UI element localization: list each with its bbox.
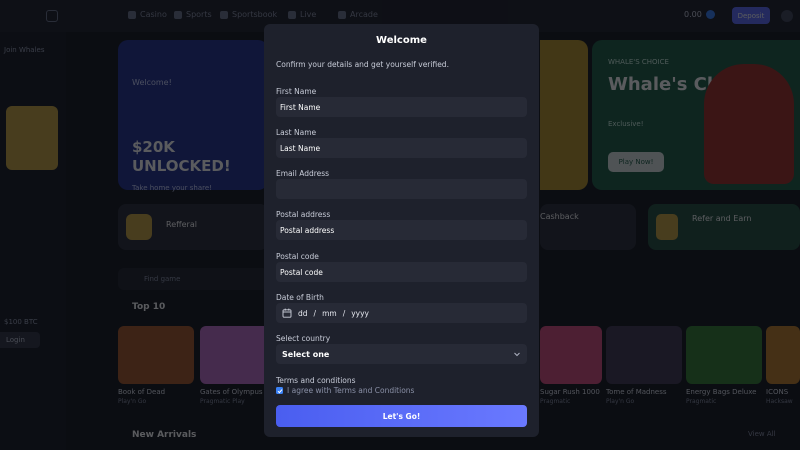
nav-item-live[interactable]: Live (288, 10, 316, 19)
game-tile-name: Gates of Olympus (200, 388, 263, 396)
banner-tag: WHALE'S CHOICE (608, 58, 669, 66)
game-tile-name: Sugar Rush 1000 (540, 388, 600, 396)
pirate-art (704, 64, 794, 184)
sidebar-bonus: $100 BTC (4, 318, 38, 326)
calendar-icon (282, 308, 292, 318)
sidebar: Join Whales $100 BTC Login (0, 32, 66, 450)
section-title-top10: Top 10 (132, 302, 166, 312)
last-name-input[interactable] (276, 138, 527, 158)
megaphone-icon (126, 214, 152, 240)
banner-whales-choice[interactable]: WHALE'S CHOICE Whale's Choice Exclusive!… (592, 40, 800, 190)
postal-code-input[interactable] (276, 262, 527, 282)
banner-headline: $20K UNLOCKED! (132, 138, 231, 175)
game-tile-name: Tome of Madness (606, 388, 667, 396)
balance-display[interactable]: 0.00 (684, 10, 715, 19)
postal-code-label: Postal code (276, 252, 319, 261)
nav-item-arcade[interactable]: Arcade (338, 10, 378, 19)
game-tile-provider: Play'n Go (606, 398, 635, 405)
terms-checkbox-text: I agree with Terms and Conditions (287, 386, 415, 395)
first-name-input[interactable] (276, 97, 527, 117)
country-select[interactable]: Select one (276, 344, 527, 364)
banner-sub: Take home your share! (132, 184, 212, 192)
game-tile[interactable] (686, 326, 762, 384)
avatar[interactable] (781, 10, 793, 22)
game-tile-provider: Pragmatic (540, 398, 571, 405)
view-all-link[interactable]: View All (748, 430, 776, 438)
coin-icon (705, 10, 715, 19)
game-tile-provider: Pragmatic Play (200, 398, 245, 405)
game-tile-name: ICONS (766, 388, 789, 396)
dob-label: Date of Birth (276, 293, 324, 302)
first-name-label: First Name (276, 87, 317, 96)
game-tile-name: Energy Bags Deluxe (686, 388, 757, 396)
nav-item-casino[interactable]: Casino (128, 10, 167, 19)
sidebar-promo[interactable] (6, 106, 58, 170)
sports-icon (174, 10, 182, 19)
country-select-value: Select one (282, 349, 330, 359)
game-tile-name: Book of Dead (118, 388, 166, 396)
game-tile[interactable] (606, 326, 682, 384)
game-tile[interactable] (766, 326, 800, 384)
nav-item-sportsbook[interactable]: Sportsbook (220, 10, 277, 19)
banner-welcome[interactable]: Welcome! $20K UNLOCKED! Take home your s… (118, 40, 268, 192)
postal-address-input[interactable] (276, 220, 527, 240)
modal-title: Welcome (376, 35, 427, 46)
terms-label: Terms and conditions (276, 376, 356, 385)
promo-referral[interactable]: Refferal (118, 204, 268, 250)
promo-cashback[interactable]: Cashback (540, 204, 636, 250)
dob-day[interactable]: dd (298, 309, 308, 318)
sidebar-login-button[interactable]: Login (0, 332, 40, 348)
lets-go-button[interactable]: Let's Go! (276, 405, 527, 427)
banner-tag: Welcome! (132, 78, 172, 87)
menu-icon[interactable] (46, 10, 58, 22)
arcade-icon (338, 10, 346, 19)
postal-address-label: Postal address (276, 210, 331, 219)
sportsbook-icon (220, 10, 228, 19)
dob-input[interactable]: dd / mm / yyyy (276, 303, 527, 323)
modal-subtitle: Confirm your details and get yourself ve… (276, 60, 449, 69)
terms-checkbox[interactable] (276, 387, 283, 394)
game-tile[interactable] (540, 326, 602, 384)
email-input[interactable] (276, 179, 527, 199)
last-name-label: Last Name (276, 128, 317, 137)
promo-refer-earn[interactable]: Refer and Earn (648, 204, 800, 250)
deposit-button[interactable]: Deposit (732, 7, 770, 24)
dob-separator: / (313, 308, 317, 318)
nav-item-sports[interactable]: Sports (174, 10, 212, 19)
check-icon (277, 388, 282, 393)
casino-icon (128, 10, 136, 19)
country-label: Select country (276, 334, 331, 343)
dob-year[interactable]: yyyy (351, 309, 369, 318)
game-tile-provider: Hacksaw (766, 398, 793, 405)
verification-modal: Welcome Confirm your details and get you… (264, 24, 539, 437)
game-search-input[interactable]: Find game (118, 268, 268, 290)
game-tile[interactable] (118, 326, 194, 384)
gift-icon (656, 214, 678, 240)
modal-header: Welcome (264, 24, 539, 58)
banner-coins[interactable] (540, 40, 588, 190)
game-tile-provider: Play'n Go (118, 398, 147, 405)
section-title-new: New Arrivals (132, 430, 197, 440)
terms-checkbox-row[interactable]: I agree with Terms and Conditions (276, 386, 414, 395)
live-icon (288, 10, 296, 19)
banner-sub: Exclusive! (608, 120, 644, 128)
dob-separator: / (342, 308, 346, 318)
email-label: Email Address (276, 169, 330, 178)
play-now-button[interactable]: Play Now! (608, 152, 664, 172)
dob-month[interactable]: mm (322, 309, 337, 318)
game-tile-provider: Pragmatic (686, 398, 717, 405)
chevron-down-icon (514, 352, 520, 357)
sidebar-text: Join Whales (4, 46, 45, 54)
